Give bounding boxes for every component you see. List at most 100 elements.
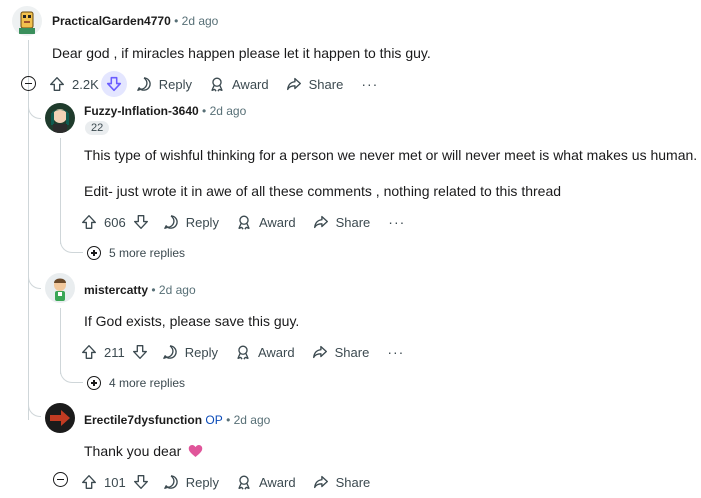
- more-replies-button[interactable]: 4 more replies: [87, 376, 185, 390]
- upvote-icon[interactable]: [76, 469, 102, 495]
- reply-button[interactable]: Reply: [153, 336, 226, 368]
- vote-count: 2.2K: [72, 76, 99, 92]
- share-button[interactable]: Share: [304, 466, 379, 498]
- timestamp[interactable]: 2d ago: [159, 283, 196, 297]
- thread-connector: [28, 92, 41, 119]
- avatar[interactable]: [12, 6, 42, 36]
- avatar[interactable]: [45, 103, 75, 133]
- reply-label: Reply: [185, 214, 219, 230]
- downvote-icon[interactable]: [128, 209, 154, 235]
- reply-button[interactable]: Reply: [127, 68, 200, 100]
- award-button[interactable]: Award: [227, 206, 304, 238]
- heart-emoji-icon: [188, 445, 203, 457]
- comment-actions: 2.2K Reply Award Share ···: [44, 68, 388, 100]
- comment-body: Dear god , if miracles happen please let…: [52, 45, 431, 61]
- share-icon: [313, 475, 328, 489]
- upvote-icon[interactable]: [76, 209, 102, 235]
- author-name[interactable]: Fuzzy-Inflation-3640: [84, 104, 199, 118]
- more-options-button[interactable]: ···: [378, 214, 415, 230]
- award-button[interactable]: Award: [226, 336, 303, 368]
- share-label: Share: [335, 474, 371, 490]
- comment-actions: 606 Reply Award Share ···: [76, 206, 415, 238]
- user-flair: 22: [85, 121, 110, 135]
- comment-author-line: Erectile7dysfunction OP • 2d ago: [84, 413, 270, 427]
- share-button[interactable]: Share: [303, 336, 378, 368]
- more-options-button[interactable]: ···: [377, 344, 414, 360]
- award-label: Award: [258, 474, 296, 490]
- upvote-icon[interactable]: [76, 339, 102, 365]
- timestamp[interactable]: 2d ago: [234, 413, 271, 427]
- vote-control: 211: [76, 336, 153, 368]
- reply-button[interactable]: Reply: [154, 466, 227, 498]
- comment-body-edit: Edit- just wrote it in awe of all these …: [84, 183, 562, 199]
- more-replies-label: 5 more replies: [109, 246, 186, 260]
- avatar[interactable]: [45, 273, 75, 303]
- award-label: Award: [232, 76, 269, 92]
- downvote-icon[interactable]: [127, 339, 153, 365]
- share-icon: [313, 215, 328, 229]
- comment-body: This type of wishful thinking for a pers…: [84, 147, 698, 163]
- author-name[interactable]: Erectile7dysfunction: [84, 413, 202, 427]
- downvote-icon[interactable]: [128, 469, 154, 495]
- more-options-button[interactable]: ···: [351, 76, 388, 92]
- award-icon: [238, 475, 250, 490]
- comment-author-line: Fuzzy-Inflation-3640 • 2d ago: [84, 104, 246, 118]
- share-label: Share: [335, 214, 371, 230]
- avatar-image: [19, 11, 35, 34]
- comment-icon: [136, 77, 151, 91]
- reply-button[interactable]: Reply: [154, 206, 227, 238]
- author-name[interactable]: PracticalGarden4770: [52, 14, 171, 28]
- upvote-icon[interactable]: [44, 71, 70, 97]
- reply-label: Reply: [158, 76, 192, 92]
- author-name[interactable]: mistercatty: [84, 283, 148, 297]
- comment-body: If God exists, please save this guy.: [84, 313, 300, 329]
- collapse-icon[interactable]: [21, 76, 36, 91]
- avatar-image: [51, 109, 69, 133]
- comment-icon: [163, 215, 178, 229]
- more-replies-button[interactable]: 5 more replies: [87, 246, 185, 260]
- separator-dot: •: [174, 14, 179, 28]
- comment-icon: [162, 345, 177, 359]
- reply-label: Reply: [184, 344, 218, 360]
- comment-body: Thank you dear: [84, 443, 203, 459]
- award-button[interactable]: Award: [200, 68, 277, 100]
- award-button[interactable]: Award: [227, 466, 304, 498]
- collapse-icon[interactable]: [53, 472, 68, 487]
- award-icon: [238, 215, 250, 230]
- vote-control: 606: [76, 206, 154, 238]
- share-label: Share: [334, 344, 370, 360]
- comment-actions: 101 Reply Award Share: [76, 466, 378, 498]
- op-badge: OP: [205, 413, 223, 427]
- plus-circle-icon: [87, 376, 101, 390]
- avatar-image: [54, 278, 66, 301]
- vote-control: 101: [76, 466, 154, 498]
- share-label: Share: [308, 76, 344, 92]
- share-button[interactable]: Share: [277, 68, 352, 100]
- comment-body-text: Thank you dear: [84, 443, 182, 459]
- plus-circle-icon: [87, 246, 101, 260]
- comment-actions: 211 Reply Award Share ···: [76, 336, 414, 368]
- more-replies-label: 4 more replies: [109, 376, 186, 390]
- vote-count: 606: [104, 214, 126, 230]
- award-label: Award: [258, 214, 296, 230]
- thread-connector: [28, 262, 41, 289]
- share-icon: [286, 77, 301, 91]
- share-button[interactable]: Share: [304, 206, 379, 238]
- timestamp[interactable]: 2d ago: [210, 104, 247, 118]
- timestamp[interactable]: 2d ago: [182, 14, 219, 28]
- reply-label: Reply: [185, 474, 219, 490]
- vote-control: 2.2K: [44, 68, 127, 100]
- avatar[interactable]: [45, 403, 75, 433]
- comment-author-line: PracticalGarden4770 • 2d ago: [52, 14, 218, 28]
- award-icon: [211, 77, 223, 92]
- separator-dot: •: [151, 283, 156, 297]
- vote-count: 211: [104, 344, 125, 360]
- share-icon: [312, 345, 327, 359]
- award-icon: [237, 345, 249, 360]
- thread-connector: [28, 390, 41, 417]
- separator-dot: •: [202, 104, 207, 118]
- award-label: Award: [257, 344, 295, 360]
- vote-count: 101: [104, 474, 126, 490]
- avatar-image: [50, 410, 70, 426]
- downvote-icon[interactable]: [100, 71, 127, 97]
